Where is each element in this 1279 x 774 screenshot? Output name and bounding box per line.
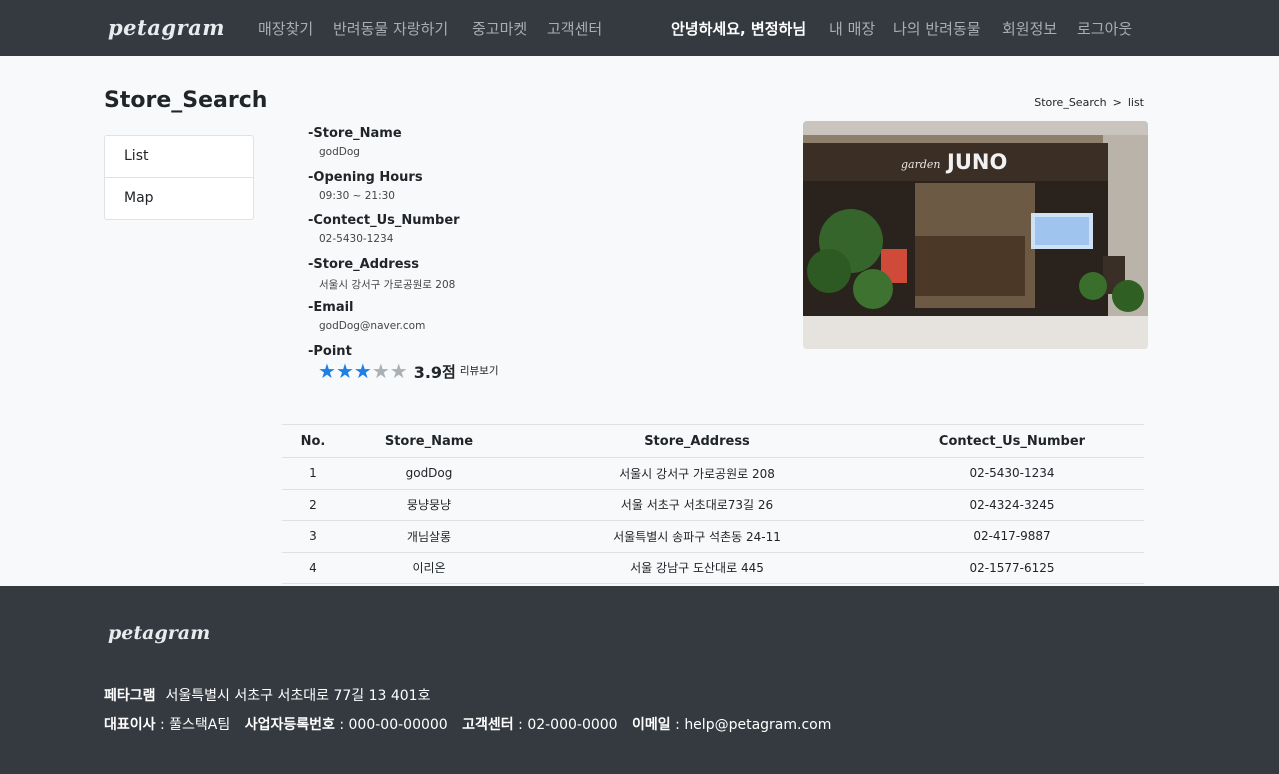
cell-store-address: 서울 서초구 서초대로73길 26 xyxy=(514,489,880,521)
store-name-value: godDog xyxy=(319,146,360,158)
contact-number-label: -Contect_Us_Number xyxy=(308,213,460,228)
footer-biz-label: 사업자등록번호 xyxy=(244,717,335,733)
cell-contact-number: 02-5430-1234 xyxy=(880,457,1144,490)
header-no: No. xyxy=(282,424,344,458)
footer-colon: : xyxy=(159,717,165,733)
brand-logo[interactable]: petagram xyxy=(108,15,225,40)
nav-customer-center[interactable]: 고객센터 xyxy=(547,18,602,39)
cell-no: 1 xyxy=(282,457,344,490)
store-photo-image: JUNO garden xyxy=(803,121,1148,349)
star-icon: ★ xyxy=(389,359,408,383)
page-title: Store_Search xyxy=(104,88,268,113)
cell-store-address: 서울특별시 송파구 석촌동 24-11 xyxy=(514,520,880,553)
greeting-text: 안녕하세요, 변정하님 xyxy=(671,20,807,38)
nav-used-market[interactable]: 중고마켓 xyxy=(472,18,527,39)
footer-colon: : xyxy=(518,717,523,733)
footer-address: 서울특별시 서초구 서초대로 77길 13 401호 xyxy=(165,688,431,704)
store-address-value: 서울시 강서구 가로공원로 208 xyxy=(319,278,456,291)
rating-unit: 점 xyxy=(442,363,456,381)
cell-no: 4 xyxy=(282,552,344,584)
cell-store-name[interactable]: 뭉냥뭉냥 xyxy=(344,489,514,521)
table-row[interactable]: 1 godDog 서울시 강서구 가로공원로 208 02-5430-1234 xyxy=(282,457,1144,490)
footer-cs-label: 고객센터 xyxy=(462,717,514,733)
cell-no: 3 xyxy=(282,520,344,553)
footer-biz-number: 000-00-00000 xyxy=(348,717,448,733)
star-icon: ★ xyxy=(371,359,390,383)
cell-store-address: 서울 강남구 도산대로 445 xyxy=(514,552,880,584)
nav-my-pets[interactable]: 나의 반려동물 xyxy=(893,18,981,39)
breadcrumb-separator: > xyxy=(1112,96,1122,109)
nav-my-store[interactable]: 내 매장 xyxy=(829,18,875,39)
footer-colon: : xyxy=(675,717,680,733)
cell-contact-number: 02-4324-3245 xyxy=(880,489,1144,521)
star-icon: ★ xyxy=(353,359,372,383)
star-rating: ★★★★★ xyxy=(318,361,408,382)
nav-pet-showoff[interactable]: 반려동물 자랑하기 xyxy=(333,18,448,39)
footer-ceo-label: 대표이사 xyxy=(104,717,156,733)
breadcrumb-parent[interactable]: Store_Search xyxy=(1034,96,1106,109)
header-contact-number: Contect_Us_Number xyxy=(880,424,1144,458)
point-label: -Point xyxy=(308,343,352,359)
breadcrumb-current: list xyxy=(1127,96,1144,109)
sign-text: JUNO xyxy=(945,150,1007,174)
contact-number-value: 02-5430-1234 xyxy=(319,233,394,245)
footer-email-label: 이메일 xyxy=(632,717,671,733)
store-name-label: -Store_Name xyxy=(308,126,402,141)
review-link[interactable]: 리뷰보기 xyxy=(460,363,499,378)
footer-email[interactable]: help@petagram.com xyxy=(684,717,831,733)
store-info: -Store_Name godDog -Opening Hours 09:30 … xyxy=(308,126,728,361)
sidebar-item-list[interactable]: List xyxy=(105,136,253,178)
nav-member-info[interactable]: 회원정보 xyxy=(1002,18,1057,39)
rating: ★★★★★ 3.9 점 리뷰보기 xyxy=(318,361,498,382)
top-navbar: petagram 매장찾기 반려동물 자랑하기 중고마켓 고객센터 안녕하세요,… xyxy=(0,0,1279,56)
footer-info-line: 대표이사 : 풀스택A팀 사업자등록번호 : 000-00-00000 고객센터… xyxy=(104,714,831,734)
footer-company-line: 페타그램 서울특별시 서초구 서초대로 77길 13 401호 xyxy=(104,685,430,705)
rating-score: 3.9 xyxy=(413,363,443,382)
sidebar-menu: List Map xyxy=(104,135,254,220)
cell-store-address: 서울시 강서구 가로공원로 208 xyxy=(514,457,880,490)
cell-contact-number: 02-1577-6125 xyxy=(880,552,1144,584)
store-photo: JUNO garden xyxy=(803,121,1148,349)
table-row[interactable]: 3 개님살롱 서울특별시 송파구 석촌동 24-11 02-417-9887 xyxy=(282,520,1144,553)
sidebar-item-map[interactable]: Map xyxy=(105,178,253,219)
footer-ceo: 풀스택A팀 xyxy=(169,717,231,733)
footer-colon: : xyxy=(339,717,345,733)
store-table: No. Store_Name Store_Address Contect_Us_… xyxy=(282,424,1144,584)
sign-script: garden xyxy=(901,158,941,171)
store-address-label: -Store_Address xyxy=(308,256,420,272)
footer-brand-logo: petagram xyxy=(108,622,211,644)
email-label: -Email xyxy=(308,300,354,315)
table-row[interactable]: 4 이리온 서울 강남구 도산대로 445 02-1577-6125 xyxy=(282,552,1144,584)
email-value: godDog@naver.com xyxy=(319,320,426,332)
header-store-address: Store_Address xyxy=(514,424,880,458)
footer: petagram 페타그램 서울특별시 서초구 서초대로 77길 13 401호 … xyxy=(0,586,1279,774)
breadcrumb: Store_Search > list xyxy=(1034,96,1144,109)
table-row[interactable]: 2 뭉냥뭉냥 서울 서초구 서초대로73길 26 02-4324-3245 xyxy=(282,489,1144,521)
opening-hours-label: -Opening Hours xyxy=(308,169,423,185)
cell-store-name[interactable]: godDog xyxy=(344,457,514,490)
nav-store-search[interactable]: 매장찾기 xyxy=(258,18,313,39)
header-store-name: Store_Name xyxy=(344,424,514,458)
cell-no: 2 xyxy=(282,489,344,521)
nav-logout[interactable]: 로그아웃 xyxy=(1077,18,1132,39)
star-icon: ★ xyxy=(318,359,336,383)
footer-cs-number: 02-000-0000 xyxy=(527,717,618,733)
footer-company-name: 페타그램 xyxy=(104,688,156,704)
table-header-row: No. Store_Name Store_Address Contect_Us_… xyxy=(282,424,1144,458)
cell-store-name[interactable]: 이리온 xyxy=(344,552,514,584)
cell-store-name[interactable]: 개님살롱 xyxy=(344,520,514,553)
opening-hours-value: 09:30 ~ 21:30 xyxy=(319,189,395,202)
star-icon: ★ xyxy=(335,359,354,383)
cell-contact-number: 02-417-9887 xyxy=(880,520,1144,553)
